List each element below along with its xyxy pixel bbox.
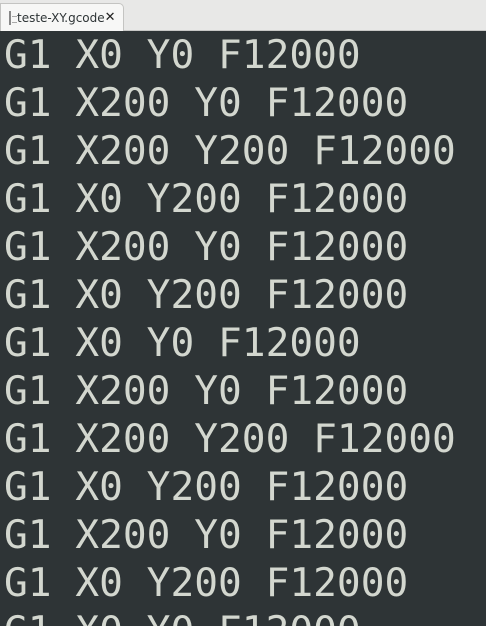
code-line: G1 X0 Y0 F12000 — [0, 607, 486, 626]
tab-bar: teste-XY.gcode ✕ — [0, 0, 486, 31]
code-line: G1 X0 Y0 F12000 — [4, 32, 361, 78]
text-editor[interactable]: G1 X0 Y0 F12000 G1 X200 Y0 F12000 G1 X200 … — [0, 31, 486, 626]
code-line: G1 X200 Y200 F12000 — [4, 416, 456, 462]
code-line: G1 X200 Y0 F12000 — [4, 80, 409, 126]
code-line: G1 X0 Y0 F12000 — [4, 320, 361, 366]
code-line: G1 X200 Y0 F12000 — [4, 368, 409, 414]
file-icon — [9, 10, 17, 25]
tab-label: teste-XY.gcode — [17, 10, 105, 25]
code-line: G1 X200 Y0 F12000 — [4, 512, 409, 558]
code-line: G1 X200 Y200 F12000 — [4, 128, 456, 174]
code-line: G1 X0 Y200 F12000 — [4, 176, 409, 222]
code-line: G1 X0 Y200 F12000 — [4, 272, 409, 318]
code-line: G1 X0 Y200 F12000 — [4, 560, 409, 606]
tab-teste-xy-gcode[interactable]: teste-XY.gcode ✕ — [0, 3, 124, 31]
code-line: G1 X0 Y200 F12000 — [4, 464, 409, 510]
code-line: G1 X200 Y0 F12000 — [4, 224, 409, 270]
close-icon[interactable]: ✕ — [105, 10, 116, 25]
